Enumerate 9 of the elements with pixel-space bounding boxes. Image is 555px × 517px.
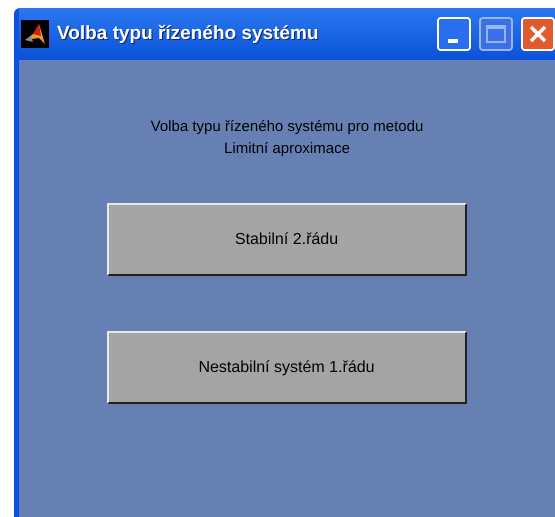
option-button[interactable]: Stabilní 2.řádu (106, 203, 466, 276)
option-button[interactable]: Nestabilní systém 1.řádu (106, 331, 466, 404)
minimize-button[interactable] (437, 17, 471, 51)
close-button[interactable] (521, 17, 555, 51)
app-icon (21, 20, 49, 48)
maximize-button[interactable] (479, 17, 513, 51)
close-icon (528, 24, 548, 44)
window-title: Volba typu řízeného systému (57, 22, 318, 46)
prompt-text: Volba typu řízeného systému pro metodu Limitní aproximace (150, 117, 424, 159)
